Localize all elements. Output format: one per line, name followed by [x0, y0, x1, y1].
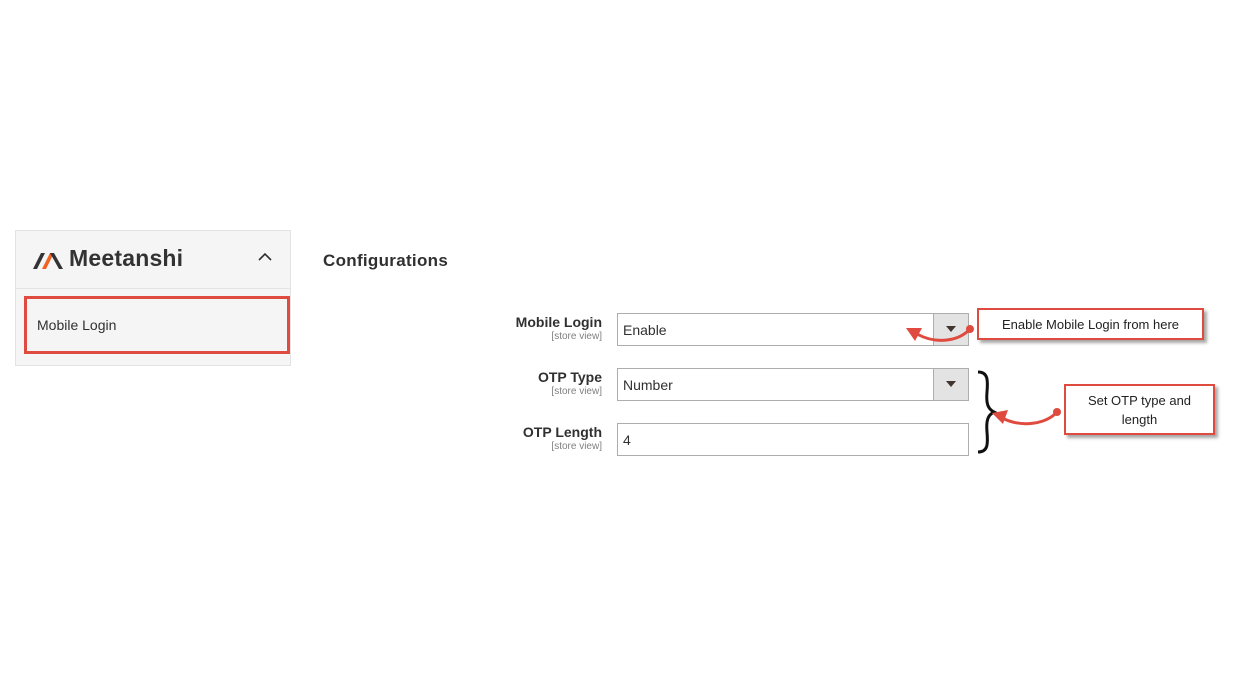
arrow-dot [966, 325, 974, 333]
callout-enable-mobile-login: Enable Mobile Login from here [977, 308, 1204, 340]
annotation-arrow [1001, 410, 1059, 426]
curly-brace [977, 370, 998, 454]
callout-otp-settings: Set OTP type and length [1064, 384, 1215, 435]
callout-text: Set OTP type and length [1087, 392, 1192, 427]
arrow-dot [1053, 408, 1061, 416]
annotation-overlay [906, 325, 1061, 454]
annotation-arrow [916, 327, 972, 342]
callout-text: Enable Mobile Login from here [1001, 316, 1180, 332]
